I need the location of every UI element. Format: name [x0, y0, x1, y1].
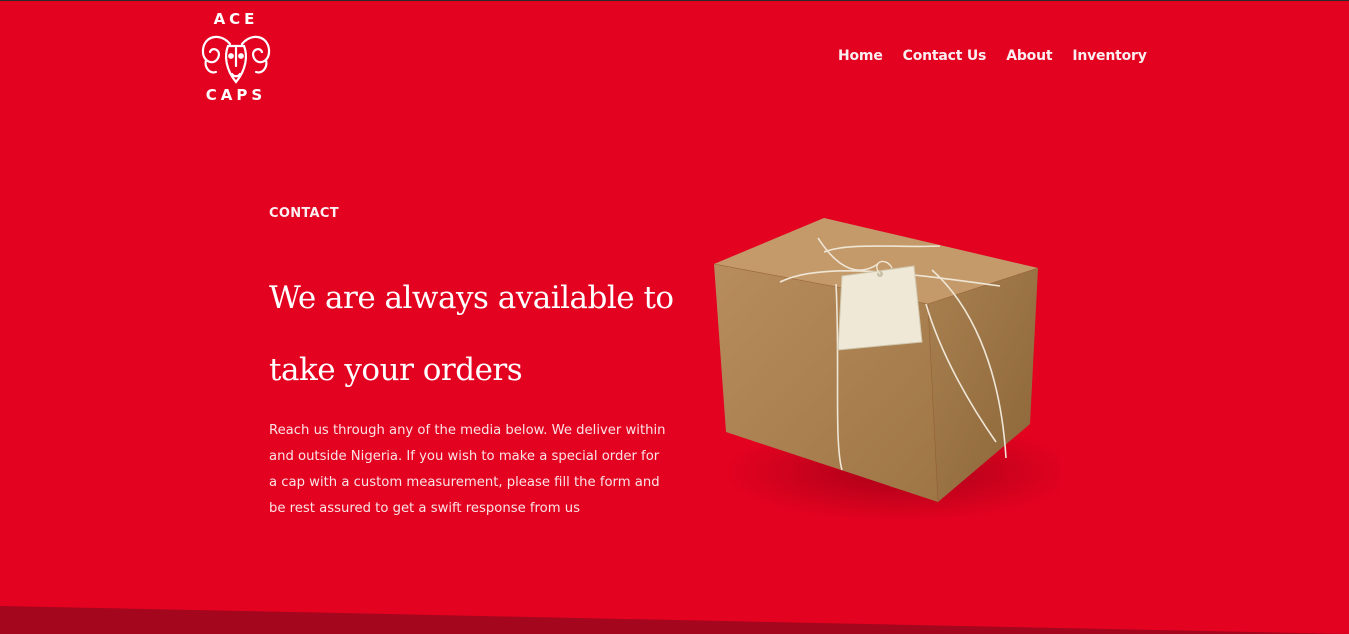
logo-text-bottom: CAPS	[205, 86, 267, 104]
nav-item-contact-us[interactable]: Contact Us	[903, 48, 987, 64]
nav-item-inventory[interactable]: Inventory	[1072, 48, 1147, 64]
main-navigation: Home Contact Us About Inventory	[838, 48, 1147, 64]
section-eyebrow: CONTACT	[269, 206, 339, 221]
logo-text-top: ACE	[213, 10, 259, 28]
top-border	[0, 0, 1349, 1]
wrapped-package-image	[713, 218, 1060, 522]
ace-caps-logo[interactable]: ACE CAPS	[196, 8, 276, 112]
bottom-divider-band	[0, 606, 1349, 634]
hero-headline: We are always available to take your ord…	[269, 280, 674, 388]
ram-head-icon	[201, 35, 271, 84]
nav-item-home[interactable]: Home	[838, 48, 883, 64]
nav-item-about[interactable]: About	[1006, 48, 1052, 64]
hero-description: Reach us through any of the media below.…	[269, 423, 666, 516]
